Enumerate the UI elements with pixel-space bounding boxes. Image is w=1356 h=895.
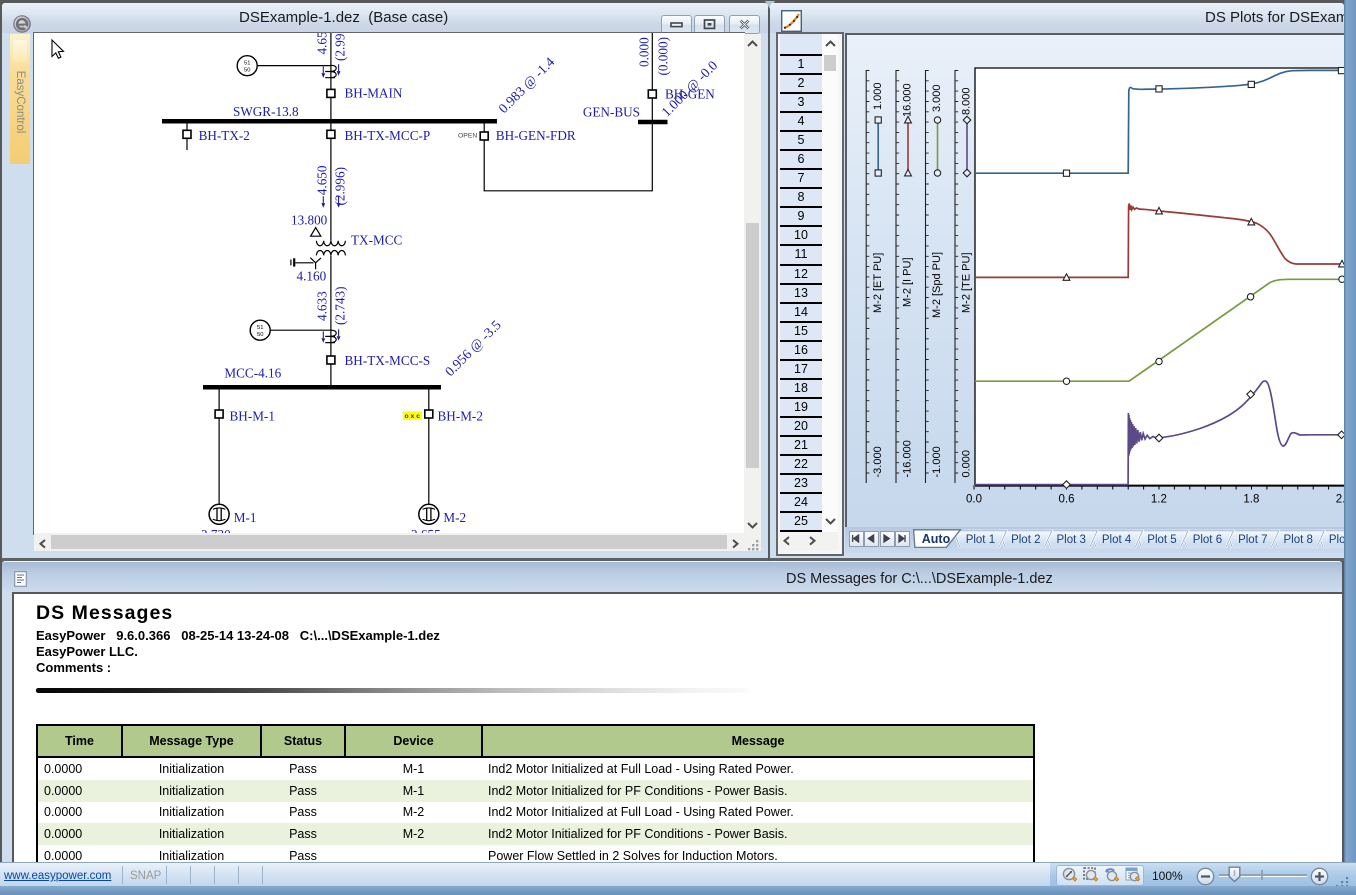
svg-text:-1.000: -1.000 — [931, 446, 943, 477]
svg-text:Plot 7: Plot 7 — [1238, 534, 1267, 546]
svg-text:0.0: 0.0 — [966, 494, 982, 506]
svg-text:Plot 9: Plot 9 — [1329, 534, 1344, 546]
svg-text:BH-MAIN: BH-MAIN — [345, 86, 403, 101]
svg-text:Plot 4: Plot 4 — [1102, 534, 1132, 546]
svg-text:50: 50 — [257, 332, 263, 338]
svg-text:Plot 3: Plot 3 — [1056, 534, 1085, 546]
svg-text:BH-M-2: BH-M-2 — [438, 409, 483, 424]
svg-text:TX-MCC: TX-MCC — [351, 233, 402, 248]
svg-text:Plot 5: Plot 5 — [1147, 534, 1176, 546]
svg-text:BH-TX-MCC-S: BH-TX-MCC-S — [345, 353, 431, 368]
svg-text:8.000: 8.000 — [961, 87, 973, 115]
svg-text:M-2 [ET PU]: M-2 [ET PU] — [872, 253, 884, 313]
svg-text:1.8: 1.8 — [1243, 494, 1259, 506]
svg-text:0.956 @ -3.5: 0.956 @ -3.5 — [442, 317, 504, 379]
svg-text:1.2: 1.2 — [1151, 494, 1167, 506]
svg-text:2.4: 2.4 — [1336, 494, 1344, 506]
svg-text:(2.996): (2.996) — [333, 33, 348, 61]
svg-text:M-2: M-2 — [443, 510, 466, 525]
svg-text:0.6: 0.6 — [1059, 494, 1075, 506]
svg-text:Plot 2: Plot 2 — [1011, 534, 1040, 546]
svg-text:BH-TX-MCC-P: BH-TX-MCC-P — [345, 128, 431, 143]
svg-text:GEN-BUS: GEN-BUS — [583, 105, 640, 120]
svg-text:13.800: 13.800 — [291, 213, 328, 228]
svg-text:4.650: 4.650 — [315, 33, 330, 55]
svg-text:BH-M-1: BH-M-1 — [230, 409, 275, 424]
svg-text:M-2 [I PU]: M-2 [I PU] — [902, 257, 914, 307]
svg-text:0.983 @ -1.4: 0.983 @ -1.4 — [496, 54, 558, 116]
svg-text:M-2 [Spd PU]: M-2 [Spd PU] — [931, 252, 943, 318]
svg-text:M-1: M-1 — [234, 510, 257, 525]
svg-text:4.160: 4.160 — [297, 269, 327, 284]
svg-text:51: 51 — [257, 325, 263, 331]
svg-text:3.000: 3.000 — [931, 84, 943, 112]
svg-text:0.000: 0.000 — [637, 37, 652, 67]
svg-text:51: 51 — [244, 61, 250, 67]
svg-text:o x c: o x c — [405, 413, 421, 420]
svg-text:50: 50 — [244, 68, 250, 74]
svg-text:OPEN: OPEN — [458, 133, 477, 140]
svg-text:(0.000): (0.000) — [656, 37, 671, 75]
svg-text:1.000: 1.000 — [872, 82, 884, 110]
svg-text:Plot 6: Plot 6 — [1193, 534, 1222, 546]
svg-text:4.633: 4.633 — [315, 291, 330, 321]
svg-text:-16.000: -16.000 — [902, 440, 914, 477]
svg-text:BH-TX-2: BH-TX-2 — [199, 128, 250, 143]
svg-text:(2.743): (2.743) — [333, 287, 348, 325]
svg-text:(2.996): (2.996) — [333, 167, 348, 205]
svg-text:Auto: Auto — [922, 532, 951, 546]
svg-text:Plot 1: Plot 1 — [966, 534, 995, 546]
svg-text:16.000: 16.000 — [902, 83, 914, 117]
svg-text:-3.000: -3.000 — [872, 446, 884, 477]
svg-text:MCC-4.16: MCC-4.16 — [224, 366, 281, 381]
svg-text:SWGR-13.8: SWGR-13.8 — [233, 104, 299, 119]
svg-text:0.000: 0.000 — [961, 450, 973, 478]
svg-text:M-2 [TE PU]: M-2 [TE PU] — [961, 252, 973, 313]
svg-text:Plot 8: Plot 8 — [1283, 534, 1312, 546]
svg-text:4.650: 4.650 — [315, 165, 330, 195]
svg-text:BH-GEN-FDR: BH-GEN-FDR — [496, 128, 576, 143]
